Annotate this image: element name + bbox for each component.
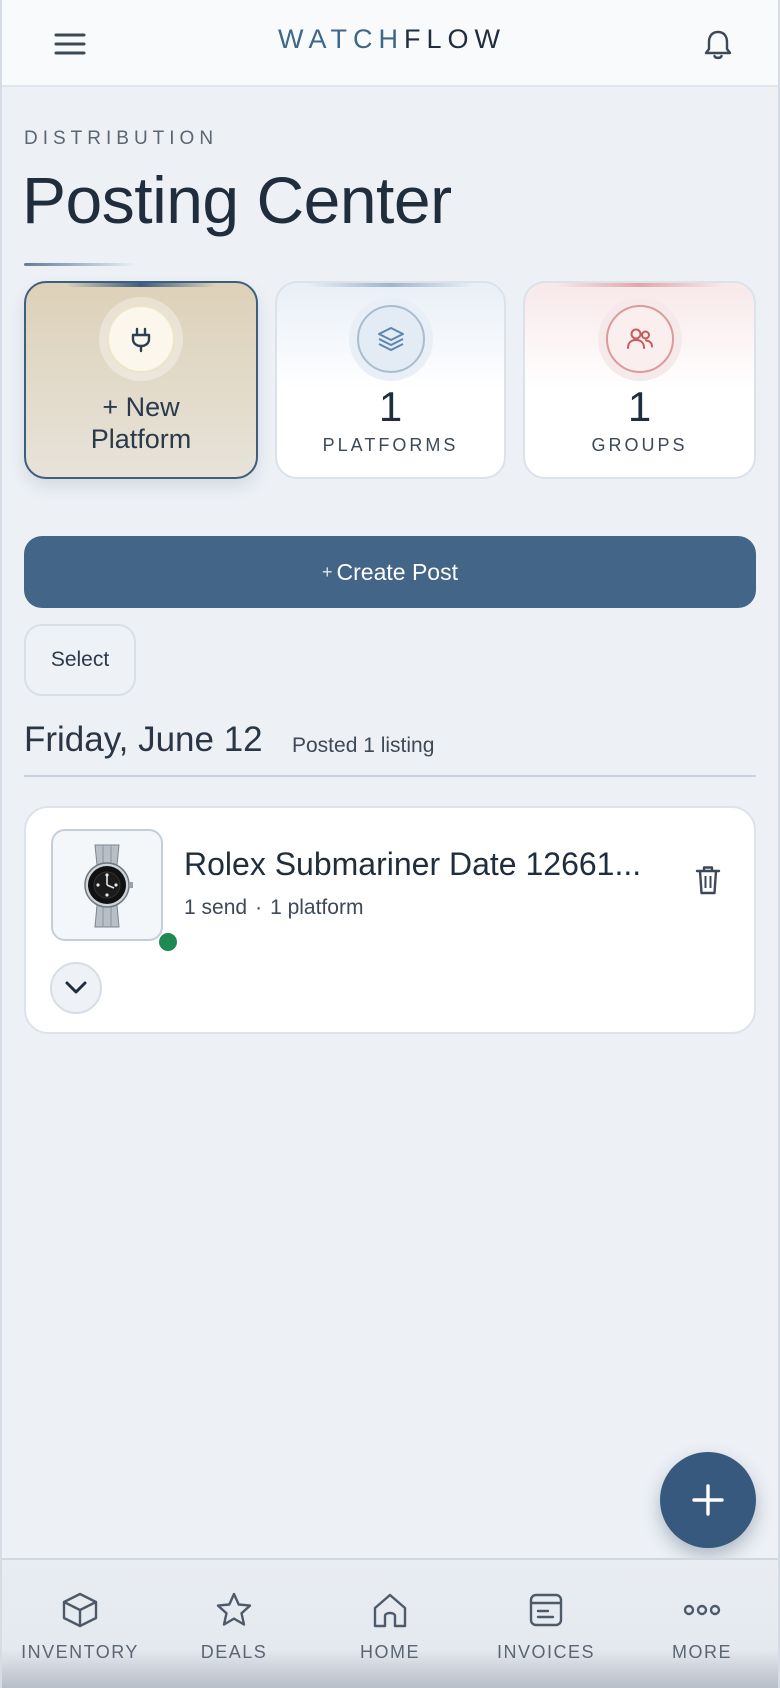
listing-card[interactable]: Rolex Submariner Date 12661... 1 send · 1 … — [24, 806, 756, 1034]
plus-icon: + — [322, 561, 333, 582]
platforms-stat-card[interactable]: 1 PLATFORMS — [275, 281, 506, 479]
plug-icon — [131, 327, 151, 353]
expand-listing-button[interactable] — [50, 962, 102, 1014]
nav-label: MORE — [672, 1642, 732, 1662]
watch-thumbnail[interactable] — [51, 829, 177, 951]
bottom-nav: INVENTORY DEALS HOME INVOICES MORE — [2, 1558, 778, 1688]
divider — [24, 775, 756, 777]
watch-image-icon — [84, 844, 133, 928]
users-icon-circle — [605, 305, 674, 373]
nav-item-home[interactable]: HOME — [320, 1560, 460, 1670]
nav-item-deals[interactable]: DEALS — [164, 1560, 304, 1670]
day-group-date: Friday, June 12 — [24, 720, 263, 759]
bell-icon — [704, 30, 732, 60]
day-group-summary: Posted 1 listing — [292, 734, 435, 757]
listing-status-dot — [159, 933, 177, 951]
create-post-button[interactable]: + Create Post — [24, 536, 756, 608]
invoice-icon — [529, 1593, 563, 1627]
users-icon — [626, 328, 653, 349]
box-icon — [62, 1592, 98, 1628]
top-bar: WATCHFLOW — [2, 0, 778, 87]
plus-icon — [692, 1484, 724, 1516]
plug-icon-circle — [107, 305, 175, 373]
nav-label: INVOICES — [496, 1642, 596, 1662]
meta-separator: · — [255, 896, 263, 919]
nav-label: INVENTORY — [21, 1642, 139, 1662]
new-platform-label-line2: Platform — [90, 424, 192, 454]
chevron-down-icon — [65, 981, 87, 994]
new-platform-card[interactable]: + New Platform — [24, 281, 258, 479]
star-icon — [216, 1592, 252, 1626]
brand-part-2: FLOW — [403, 24, 506, 54]
add-fab-button[interactable] — [660, 1452, 756, 1548]
groups-label: GROUPS — [591, 435, 688, 455]
listing-title[interactable]: Rolex Submariner Date 12661... — [184, 846, 644, 883]
more-dots-icon — [683, 1604, 721, 1616]
brand-logo: WATCHFLOW — [2, 24, 780, 55]
nav-label: DEALS — [200, 1642, 268, 1662]
create-post-label: Create Post — [336, 558, 458, 585]
layers-icon-circle — [356, 305, 425, 373]
nav-item-invoices[interactable]: INVOICES — [476, 1560, 616, 1670]
nav-item-more[interactable]: MORE — [632, 1560, 772, 1670]
listing-meta: 1 send · 1 platform — [184, 896, 363, 920]
layers-icon — [377, 327, 404, 351]
platforms-label: PLATFORMS — [322, 435, 459, 455]
trash-icon — [695, 866, 721, 895]
notifications-button[interactable] — [698, 24, 738, 64]
nav-label: HOME — [360, 1642, 420, 1662]
brand-part-1: WATCH — [278, 24, 404, 54]
new-platform-label-line1: + New — [102, 392, 180, 422]
groups-stat-card[interactable]: 1 GROUPS — [523, 281, 756, 479]
new-platform-label: + New Platform — [26, 391, 256, 455]
platforms-count: 1 — [378, 383, 403, 430]
select-button[interactable]: Select — [24, 624, 136, 696]
listing-platforms: 1 platform — [270, 896, 364, 919]
page-title: Posting Center — [22, 163, 452, 237]
title-underline — [24, 263, 136, 266]
listing-sends: 1 send — [184, 896, 248, 919]
groups-count: 1 — [627, 383, 652, 430]
section-eyebrow: DISTRIBUTION — [24, 128, 219, 149]
nav-item-inventory[interactable]: INVENTORY — [10, 1560, 150, 1670]
home-icon — [373, 1593, 407, 1628]
delete-listing-button[interactable] — [688, 860, 728, 900]
